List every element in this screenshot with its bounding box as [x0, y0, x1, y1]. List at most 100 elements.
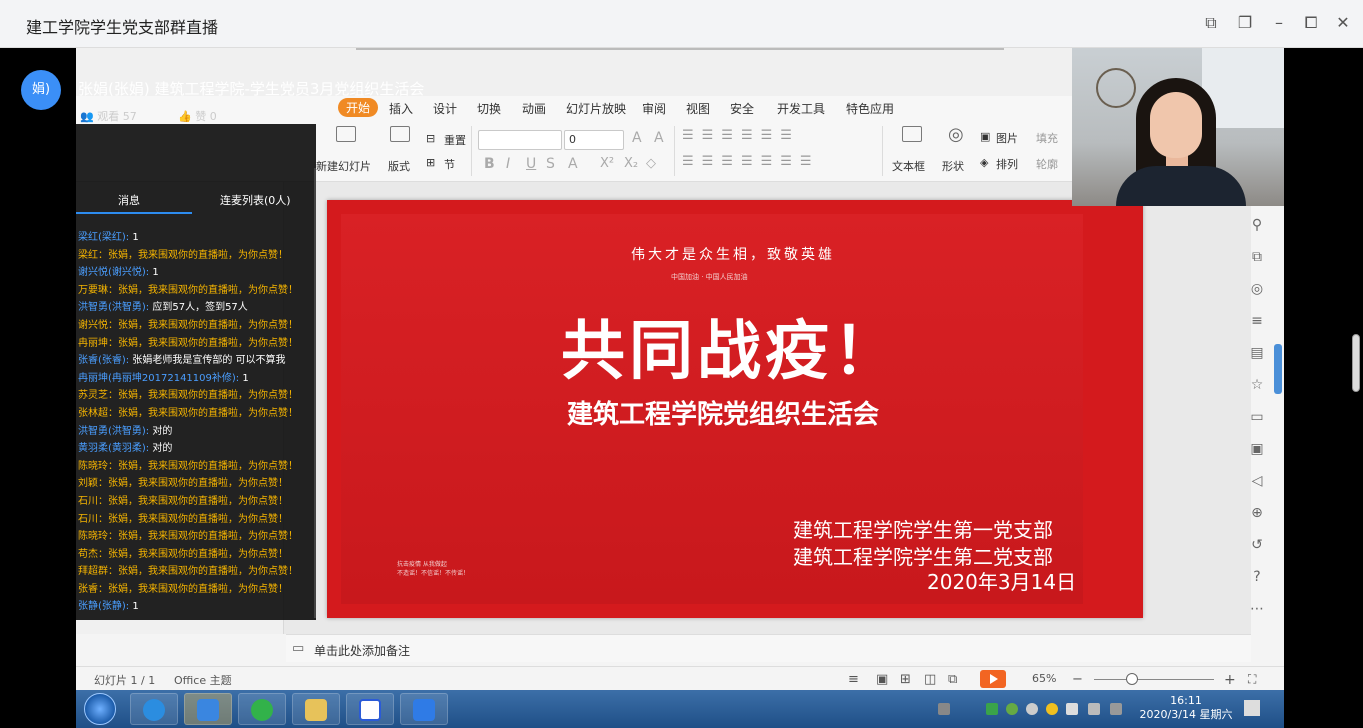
chat-message-sender[interactable]: 张睿(张睿):: [78, 355, 129, 366]
more-icon[interactable]: ⋯: [1248, 600, 1266, 618]
presenter-view-icon[interactable]: ⧉: [948, 672, 957, 687]
pin-icon[interactable]: ⚲: [1248, 216, 1266, 234]
taskbar-wps[interactable]: [346, 693, 394, 725]
clipboard-icon[interactable]: ▤: [1248, 344, 1266, 362]
chat-message-sender[interactable]: 黄羽柔(黄羽柔):: [78, 443, 149, 454]
superscript-icon[interactable]: X²: [600, 156, 614, 171]
grow-font-icon[interactable]: A: [632, 130, 642, 146]
minimize-button[interactable]: –: [1268, 12, 1290, 34]
current-slide[interactable]: 伟大才是众生相，致敬英雄 中国加油 · 中国人民加油 共同战疫！ 建筑工程学院党…: [327, 200, 1143, 618]
menu-security[interactable]: 安全: [730, 100, 754, 117]
sorter-view-icon[interactable]: ⊞: [900, 672, 911, 687]
taskbar-explorer[interactable]: [292, 693, 340, 725]
bold-icon[interactable]: B: [484, 156, 495, 172]
textbox-button[interactable]: 文本框: [892, 158, 925, 174]
taskbar-app-active[interactable]: [184, 693, 232, 725]
history-icon[interactable]: ↺: [1248, 536, 1266, 554]
like-count[interactable]: 👍 赞 0: [178, 108, 217, 124]
chat-scrollbar[interactable]: [314, 168, 316, 618]
chat-message-sender[interactable]: 洪智勇(洪智勇):: [78, 302, 149, 313]
menu-design[interactable]: 设计: [433, 100, 457, 117]
reset-button[interactable]: 重置: [444, 132, 466, 148]
notes-toggle-icon[interactable]: ≡: [848, 672, 859, 687]
window-scrollbar[interactable]: [1352, 334, 1360, 392]
notify-icon[interactable]: [1046, 703, 1058, 715]
download-icon[interactable]: ⊕: [1248, 504, 1266, 522]
network-app-icon[interactable]: [1006, 703, 1018, 715]
shrink-font-icon[interactable]: A: [654, 130, 664, 146]
subscript-icon[interactable]: X₂: [624, 156, 638, 171]
chat-message-sender[interactable]: 苏灵芝：: [78, 390, 118, 401]
device-icon[interactable]: [1066, 703, 1078, 715]
shape-button[interactable]: 形状: [942, 158, 964, 174]
show-desktop-icon[interactable]: [1244, 700, 1260, 716]
chat-message-sender[interactable]: 拜超群：: [78, 566, 118, 577]
new-slide-button[interactable]: 新建幻灯片: [316, 158, 371, 174]
zoom-out-icon[interactable]: −: [1072, 672, 1083, 687]
clock[interactable]: 16:11 2020/3/14 星期六: [1136, 694, 1236, 722]
outline-button[interactable]: 轮廓: [1036, 156, 1058, 172]
clear-format-icon[interactable]: ◇: [646, 156, 656, 171]
chat-message-sender[interactable]: 梁红：: [78, 250, 108, 261]
picture-button[interactable]: 图片: [996, 130, 1018, 146]
menu-review[interactable]: 审阅: [642, 100, 666, 117]
section-button[interactable]: 节: [444, 156, 455, 172]
sound-icon[interactable]: ◁: [1248, 472, 1266, 490]
shape-effects-icon[interactable]: ◎: [1248, 280, 1266, 298]
chat-message-sender[interactable]: 陈晓玲：: [78, 531, 118, 542]
play-slideshow-button[interactable]: [980, 670, 1006, 688]
chat-message-sender[interactable]: 谢兴悦(谢兴悦):: [78, 267, 149, 278]
properties-icon[interactable]: ≡: [1248, 312, 1266, 330]
chat-message-sender[interactable]: 冉丽坤(冉丽坤20172141109补修):: [78, 373, 239, 384]
notes-bar[interactable]: ▭ 单击此处添加备注: [286, 634, 1251, 662]
zoom-in-icon[interactable]: +: [1224, 672, 1236, 688]
taskbar-ie[interactable]: [130, 693, 178, 725]
image-icon[interactable]: ▣: [1248, 440, 1266, 458]
host-avatar[interactable]: 娟): [21, 70, 61, 110]
normal-view-icon[interactable]: ▣: [876, 672, 888, 687]
shield-icon[interactable]: [986, 703, 998, 715]
volume-icon[interactable]: [1088, 703, 1100, 715]
chat-message-sender[interactable]: 陈晓玲：: [78, 461, 118, 472]
tab-mic-list[interactable]: 连麦列表(0人): [220, 192, 291, 208]
chat-message-sender[interactable]: 张林超：: [78, 408, 118, 419]
layout-button[interactable]: 版式: [388, 158, 410, 174]
italic-icon[interactable]: I: [506, 156, 510, 172]
chat-message-sender[interactable]: 石川：: [78, 514, 108, 525]
chat-message-sender[interactable]: 刘颖：: [78, 478, 108, 489]
chat-message-sender[interactable]: 张睿：: [78, 584, 108, 595]
signal-icon[interactable]: [1110, 703, 1122, 715]
alignment-tools-icon[interactable]: ☰☰☰☰☰☰☰: [682, 154, 820, 169]
sync-icon[interactable]: [1026, 703, 1038, 715]
close-button[interactable]: ✕: [1332, 12, 1354, 34]
fill-button[interactable]: 填充: [1036, 130, 1058, 146]
zoom-level[interactable]: 65%: [1032, 672, 1056, 685]
reading-view-icon[interactable]: ◫: [924, 672, 936, 687]
font-size-select[interactable]: 0: [564, 130, 624, 150]
chat-message-sender[interactable]: 苟杰：: [78, 549, 108, 560]
zoom-slider[interactable]: [1094, 679, 1214, 680]
restore-button[interactable]: ⧠: [1300, 12, 1322, 34]
menu-developer[interactable]: 开发工具: [777, 100, 825, 117]
chat-message-sender[interactable]: 梁红(梁红):: [78, 232, 129, 243]
copy-window-icon[interactable]: ❐: [1234, 12, 1256, 34]
star-icon[interactable]: ☆: [1248, 376, 1266, 394]
start-button[interactable]: [84, 693, 116, 725]
chat-message-sender[interactable]: 谢兴悦：: [78, 320, 118, 331]
chat-message-sender[interactable]: 石川：: [78, 496, 108, 507]
chat-message-sender[interactable]: 张静(张静):: [78, 601, 129, 612]
strikethrough-icon[interactable]: S: [546, 156, 555, 172]
arrange-button[interactable]: 排列: [996, 156, 1018, 172]
keyboard-icon[interactable]: [938, 703, 950, 715]
taskbar-browser[interactable]: [238, 693, 286, 725]
menu-view[interactable]: 视图: [686, 100, 710, 117]
archive-icon[interactable]: ▭: [1248, 408, 1266, 426]
menu-animation[interactable]: 动画: [522, 100, 546, 117]
menu-slideshow[interactable]: 幻灯片放映: [566, 100, 626, 117]
zoom-slider-knob[interactable]: [1126, 673, 1138, 685]
menu-features[interactable]: 特色应用: [846, 100, 894, 117]
fit-window-icon[interactable]: ⛶: [1248, 672, 1256, 687]
underline-icon[interactable]: U: [526, 156, 536, 172]
help-icon[interactable]: ?: [1248, 568, 1266, 586]
pip-icon[interactable]: ⧉: [1200, 12, 1222, 34]
